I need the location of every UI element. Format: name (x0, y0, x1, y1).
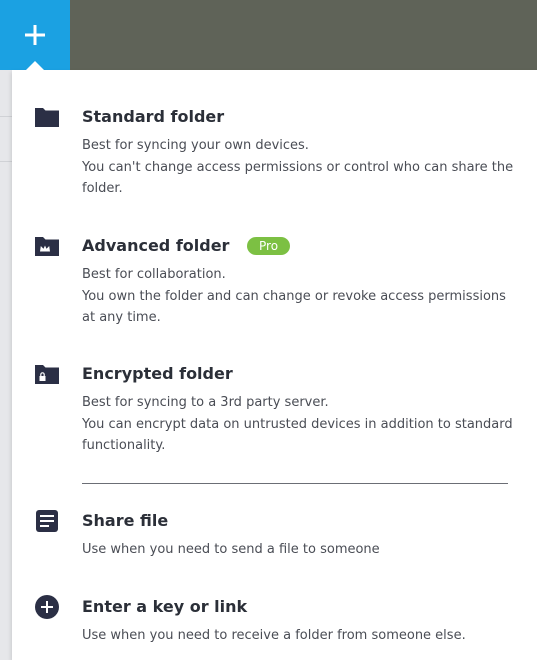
menu-item-description: Best for syncing to a 3rd party server. … (82, 392, 522, 457)
pro-badge: Pro (247, 237, 291, 255)
menu-item-title: Share file (82, 511, 169, 530)
menu-item-description: Best for collaboration. You own the fold… (82, 264, 522, 329)
menu-pointer (25, 61, 45, 71)
description-line: Best for syncing your own devices. (82, 138, 309, 153)
top-bar (0, 0, 537, 70)
menu-item-title: Standard folder (82, 107, 225, 126)
menu-item-description: Best for syncing your own devices. You c… (82, 135, 522, 200)
folder-crown-icon (34, 233, 60, 259)
plus-circle-icon (34, 594, 60, 620)
document-icon (34, 508, 60, 534)
description-line: Best for collaboration. (82, 267, 226, 282)
folder-lock-icon (34, 361, 60, 387)
description-line: Best for syncing to a 3rd party server. (82, 395, 329, 410)
folder-icon (34, 104, 60, 130)
menu-item-title: Enter a key or link (82, 597, 248, 616)
menu-item-title: Advanced folder (82, 236, 230, 255)
menu-item-description: Use when you need to receive a folder fr… (82, 625, 522, 647)
background-divider (0, 116, 12, 117)
description-line: Use when you need to send a file to some… (82, 542, 380, 557)
description-line: You can't change access permissions or c… (82, 159, 514, 197)
add-button[interactable] (0, 0, 70, 70)
description-line: You own the folder and can change or rev… (82, 288, 506, 326)
add-folder-menu: Standard folder Best for syncing your ow… (12, 70, 537, 660)
plus-icon (25, 25, 45, 45)
description-line: Use when you need to receive a folder fr… (82, 628, 466, 643)
menu-divider (82, 483, 508, 484)
menu-item-title: Encrypted folder (82, 364, 233, 383)
menu-item-description: Use when you need to send a file to some… (82, 539, 522, 561)
description-line: You can encrypt data on untrusted device… (82, 416, 513, 454)
background-divider (0, 161, 12, 162)
